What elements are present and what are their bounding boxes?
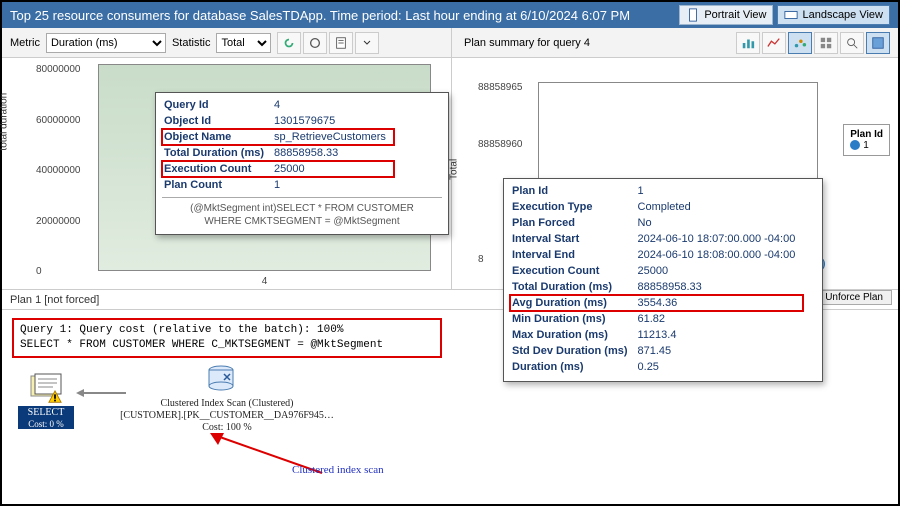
query-tooltip: Query Id4Object Id1301579675Object Names… [155,92,449,235]
portrait-icon [686,8,700,22]
zoom-button[interactable] [840,32,864,54]
landscape-view-button[interactable]: Landscape View [777,5,890,25]
portrait-view-label: Portrait View [704,9,766,21]
landscape-view-label: Landscape View [802,9,883,21]
annotation-label: Clustered index scan [292,464,384,476]
view-line-button[interactable] [762,32,786,54]
scan-title: Clustered Index Scan (Clustered) [112,398,342,410]
plan-tooltip: Plan Id1Execution TypeCompletedPlan Forc… [503,178,823,382]
plan-id-legend: Plan Id 1 [843,124,890,156]
plan-summary-title: Plan summary for query 4 [460,35,594,51]
view-scatter-button[interactable] [788,32,812,54]
scan-object: [CUSTOMER].[PK__CUSTOMER__DA976F945… [112,410,342,422]
toolbar: Metric Duration (ms) Statistic Total Pla… [2,28,898,58]
document-icon [334,36,348,50]
portrait-view-button[interactable]: Portrait View [679,5,773,25]
legend-item: 1 [863,140,869,151]
line-chart-icon [767,36,781,50]
left-y-axis-label: total duration [0,92,10,150]
title-text: Top 25 resource consumers for database S… [10,8,630,23]
refresh-icon [282,36,296,50]
loop-icon [308,36,322,50]
legend-title: Plan Id [850,129,883,140]
legend-dot-icon [850,140,860,150]
grid-icon [819,36,833,50]
cost-line2: SELECT * FROM CUSTOMER WHERE C_MKTSEGMEN… [20,338,434,353]
chevron-down-icon [363,36,371,50]
landscape-icon [784,8,798,22]
query-cost-box: Query 1: Query cost (relative to the bat… [12,318,442,358]
titlebar: Top 25 resource consumers for database S… [2,2,898,28]
zoom-icon [845,36,859,50]
left-x-tick: 4 [98,276,431,287]
scan-icon [204,364,238,394]
left-y-ticks: 80000000 60000000 40000000 20000000 0 [36,64,94,277]
query-text-button[interactable] [329,32,353,54]
details-button[interactable] [866,32,890,54]
select-cost: Cost: 0 % [18,419,74,429]
metric-label: Metric [10,37,40,49]
scan-operator[interactable]: Clustered Index Scan (Clustered) [CUSTOM… [112,364,342,434]
select-operator[interactable]: SELECT Cost: 0 % [18,372,74,429]
tooltip-sql-line1: (@MktSegment int)SELECT * FROM CUSTOMER [162,202,442,215]
statistic-select[interactable]: Total [216,33,271,53]
unforce-plan-button[interactable]: Unforce Plan [816,290,892,305]
drop-button[interactable] [355,32,379,54]
plan-header-text: Plan 1 [not forced] [10,294,99,306]
grid-button[interactable] [814,32,838,54]
statistic-label: Statistic [172,37,211,49]
details-icon [871,36,885,50]
scatter-icon [793,36,807,50]
tooltip-sql-line2: WHERE CMKTSEGMENT = @MktSegment [162,215,442,228]
bar-chart-icon [741,36,755,50]
warning-icon [48,390,62,404]
select-label: SELECT [18,406,74,419]
metric-select[interactable]: Duration (ms) [46,33,166,53]
right-y-axis-label: Total [449,159,460,180]
refresh-button[interactable] [277,32,301,54]
loop-button[interactable] [303,32,327,54]
cost-line1: Query 1: Query cost (relative to the bat… [20,323,434,338]
view-bar-button[interactable] [736,32,760,54]
